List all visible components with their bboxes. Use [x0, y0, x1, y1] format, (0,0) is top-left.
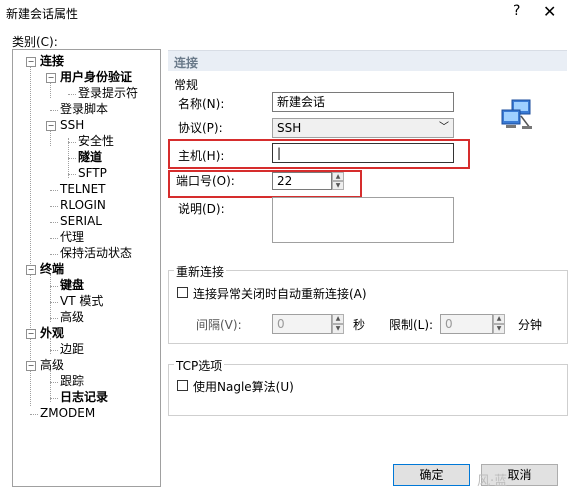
tree-item[interactable]: 连接: [40, 54, 64, 69]
tree-item[interactable]: 终端: [40, 262, 64, 277]
interval-unit: 秒: [353, 318, 366, 332]
tree-line: [50, 82, 51, 98]
tcp-group-title: TCP选项: [174, 357, 225, 374]
panel-header-title: 连接: [174, 56, 199, 70]
port-input[interactable]: 22: [272, 172, 332, 190]
tree-connector: [50, 238, 58, 239]
tree-expand-icon[interactable]: −: [46, 121, 56, 131]
tree-item[interactable]: 跟踪: [60, 374, 84, 389]
network-computers-icon: [500, 98, 534, 132]
tree-item[interactable]: 用户身份验证: [60, 70, 132, 85]
port-down-icon[interactable]: ▼: [332, 181, 344, 190]
tree-connector: [50, 190, 58, 191]
tree-connector: [68, 142, 76, 143]
tree-item[interactable]: VT 模式: [60, 294, 103, 309]
tree-item[interactable]: 代理: [60, 230, 84, 245]
tree-connector: [50, 302, 58, 303]
tree-connector: [30, 414, 38, 415]
tree-expand-icon[interactable]: −: [26, 329, 36, 339]
limit-unit: 分钟: [518, 318, 543, 332]
interval-down-icon[interactable]: ▼: [332, 324, 344, 334]
limit-up-icon[interactable]: ▲: [493, 314, 505, 324]
tree-item[interactable]: 隧道: [78, 150, 102, 165]
name-input[interactable]: 新建会话: [272, 92, 454, 112]
window-title: 新建会话属性: [6, 7, 79, 21]
tree-item[interactable]: 高级: [60, 310, 84, 325]
tree-connector: [50, 110, 58, 111]
ok-button[interactable]: 确定: [393, 464, 470, 486]
tree-item[interactable]: 外观: [40, 326, 64, 341]
tree-connector: [50, 286, 58, 287]
panel-header: 连接: [168, 50, 567, 71]
auto-reconnect-checkbox[interactable]: [177, 287, 188, 298]
watermark: 风·蓝: [477, 474, 508, 489]
interval-up-icon[interactable]: ▲: [332, 314, 344, 324]
protocol-label: 协议(P):: [178, 121, 223, 135]
port-stepper[interactable]: ▲ ▼: [332, 172, 344, 190]
category-tree[interactable]: − 连接 − 用户身份验证 登录提示符 登录脚本 − SSH 安全性 隧道 SFTP TELNET RL…: [12, 49, 161, 487]
tree-connector: [50, 254, 58, 255]
close-button[interactable]: ✕: [543, 2, 556, 21]
tree-connector: [68, 94, 76, 95]
interval-input[interactable]: 0: [272, 314, 332, 334]
tree-item[interactable]: 登录提示符: [78, 86, 138, 101]
tree-line: [50, 130, 51, 146]
session-properties-dialog: 新建会话属性 ? ✕ 类别(C): − 连接 − 用户身份验证 登录提示符 登录脚本 − SS…: [0, 0, 576, 500]
tree-item[interactable]: SERIAL: [60, 214, 102, 229]
host-label: 主机(H):: [178, 149, 225, 163]
protocol-select-value: SSH: [277, 121, 302, 135]
port-up-icon[interactable]: ▲: [332, 172, 344, 181]
tree-item[interactable]: 安全性: [78, 134, 114, 149]
tree-connector: [50, 222, 58, 223]
tree-connector: [50, 318, 58, 319]
limit-input[interactable]: 0: [440, 314, 493, 334]
tree-item[interactable]: 保持活动状态: [60, 246, 132, 261]
chevron-down-icon: ﹀: [439, 122, 449, 133]
auto-reconnect-label: 连接异常关闭时自动重新连接(A): [193, 287, 367, 301]
tree-expand-icon[interactable]: −: [26, 57, 36, 67]
tree-connector: [50, 398, 58, 399]
title-bar: 新建会话属性 ? ✕: [0, 0, 576, 26]
tree-item[interactable]: RLOGIN: [60, 198, 106, 213]
category-label: 类别(C):: [12, 35, 58, 49]
tree-line: [50, 274, 51, 322]
tree-item[interactable]: 边距: [60, 342, 84, 357]
tree-expand-icon[interactable]: −: [26, 265, 36, 275]
description-textarea[interactable]: [272, 197, 454, 243]
tree-item[interactable]: ZMODEM: [40, 406, 95, 421]
tree-connector: [68, 158, 76, 159]
tree-item[interactable]: 日志记录: [60, 390, 108, 405]
tree-connector: [68, 174, 76, 175]
name-label: 名称(N):: [178, 97, 225, 111]
tree-expand-icon[interactable]: −: [26, 361, 36, 371]
interval-label: 间隔(V):: [196, 318, 242, 332]
tree-line: [30, 66, 31, 406]
nagle-label: 使用Nagle算法(U): [193, 380, 294, 394]
port-label: 端口号(O):: [176, 174, 235, 188]
tree-connector: [50, 350, 58, 351]
protocol-select[interactable]: SSH ﹀: [272, 118, 454, 138]
tree-item[interactable]: SSH: [60, 118, 84, 133]
tree-item[interactable]: 高级: [40, 358, 64, 373]
tree-connector: [50, 206, 58, 207]
tree-connector: [50, 382, 58, 383]
general-group-title: 常规: [174, 78, 199, 92]
nagle-checkbox[interactable]: [177, 380, 188, 391]
help-button[interactable]: ?: [513, 3, 520, 19]
limit-label: 限制(L):: [389, 318, 434, 332]
tree-item[interactable]: TELNET: [60, 182, 106, 197]
reconnect-group-title: 重新连接: [174, 263, 227, 280]
tree-item[interactable]: 键盘: [60, 278, 84, 293]
limit-down-icon[interactable]: ▼: [493, 324, 505, 334]
tree-item[interactable]: 登录脚本: [60, 102, 108, 117]
tree-item[interactable]: SFTP: [78, 166, 107, 181]
interval-stepper[interactable]: ▲ ▼: [332, 314, 344, 334]
host-input[interactable]: |: [272, 143, 454, 163]
tree-expand-icon[interactable]: −: [46, 73, 56, 83]
description-label: 说明(D):: [178, 202, 225, 216]
limit-stepper[interactable]: ▲ ▼: [493, 314, 505, 334]
